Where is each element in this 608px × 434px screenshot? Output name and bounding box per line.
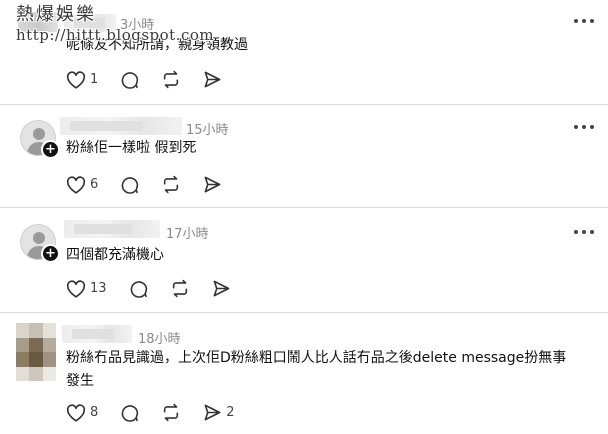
action-bar: 6: [66, 175, 244, 194]
post-text: 四個都充滿機心: [66, 247, 164, 263]
repost-button[interactable]: [161, 70, 181, 89]
repost-icon: [164, 175, 179, 194]
avatar[interactable]: +: [20, 120, 60, 159]
share-button[interactable]: 2: [203, 403, 235, 422]
more-icon[interactable]: [574, 19, 594, 25]
action-bar: 13: [66, 279, 253, 298]
like-button[interactable]: 1: [66, 70, 99, 89]
like-button[interactable]: 13: [66, 279, 107, 298]
share-button[interactable]: [203, 70, 222, 89]
like-count: 13: [90, 281, 107, 296]
reply-button[interactable]: [120, 70, 139, 89]
repost-icon: [164, 403, 179, 422]
comment-icon: [121, 177, 139, 194]
heart-icon: [66, 403, 86, 422]
plus-icon[interactable]: +: [41, 244, 60, 263]
watermark-title: 熱爆娛樂: [16, 4, 96, 25]
heart-icon: [66, 70, 86, 89]
avatar[interactable]: +: [20, 224, 60, 263]
like-count: 6: [90, 177, 99, 192]
post-text: 粉絲佢一樣啦 假到死: [66, 140, 197, 156]
comment-icon: [121, 405, 139, 422]
avatar[interactable]: [16, 323, 56, 381]
more-icon[interactable]: [574, 125, 594, 131]
reply-button[interactable]: [120, 403, 139, 422]
timestamp: 17小時: [166, 227, 209, 242]
reply-button[interactable]: [120, 175, 139, 194]
repost-button[interactable]: [170, 279, 190, 298]
heart-icon: [66, 175, 86, 194]
post-text-line-2: 發生: [66, 373, 94, 389]
like-button[interactable]: 6: [66, 175, 99, 194]
watermark: 熱爆娛樂 http://hittt.blogspot.com: [16, 6, 214, 43]
repost-button[interactable]: [161, 403, 181, 422]
post-2: + 15小時 粉絲佢一樣啦 假到死 6: [0, 105, 608, 207]
username-blurred[interactable]: [64, 220, 160, 238]
repost-icon: [172, 279, 187, 298]
send-icon: [204, 71, 221, 88]
action-bar: 8 2: [66, 403, 257, 422]
send-icon: [204, 176, 221, 193]
timestamp: 15小時: [186, 123, 229, 138]
plus-icon[interactable]: +: [41, 140, 60, 159]
comment-icon: [121, 72, 139, 89]
username-blurred[interactable]: [60, 117, 182, 135]
watermark-url: http://hittt.blogspot.com: [16, 26, 215, 44]
like-button[interactable]: 8: [66, 403, 99, 422]
share-button[interactable]: [203, 175, 222, 194]
heart-icon: [66, 279, 86, 298]
comment-icon: [130, 281, 147, 298]
post-3: + 17小時 四個都充滿機心 13: [0, 208, 608, 312]
post-text-line-1: 粉絲冇品見識過，上次佢D粉絲粗口鬧人比人話冇品之後delete message扮…: [66, 350, 567, 366]
action-bar: 1: [66, 70, 244, 89]
share-count: 2: [226, 405, 235, 420]
timestamp: 18小時: [138, 332, 181, 347]
like-count: 8: [90, 405, 99, 420]
send-icon: [204, 404, 221, 421]
like-count: 1: [90, 72, 99, 87]
post-4: 18小時 粉絲冇品見識過，上次佢D粉絲粗口鬧人比人話冇品之後delete mes…: [0, 313, 608, 434]
send-icon: [213, 280, 229, 297]
more-icon[interactable]: [574, 230, 594, 236]
share-button[interactable]: [212, 279, 231, 298]
username-blurred[interactable]: [62, 325, 132, 343]
repost-icon: [164, 70, 179, 89]
repost-button[interactable]: [161, 175, 181, 194]
reply-button[interactable]: [129, 279, 148, 298]
